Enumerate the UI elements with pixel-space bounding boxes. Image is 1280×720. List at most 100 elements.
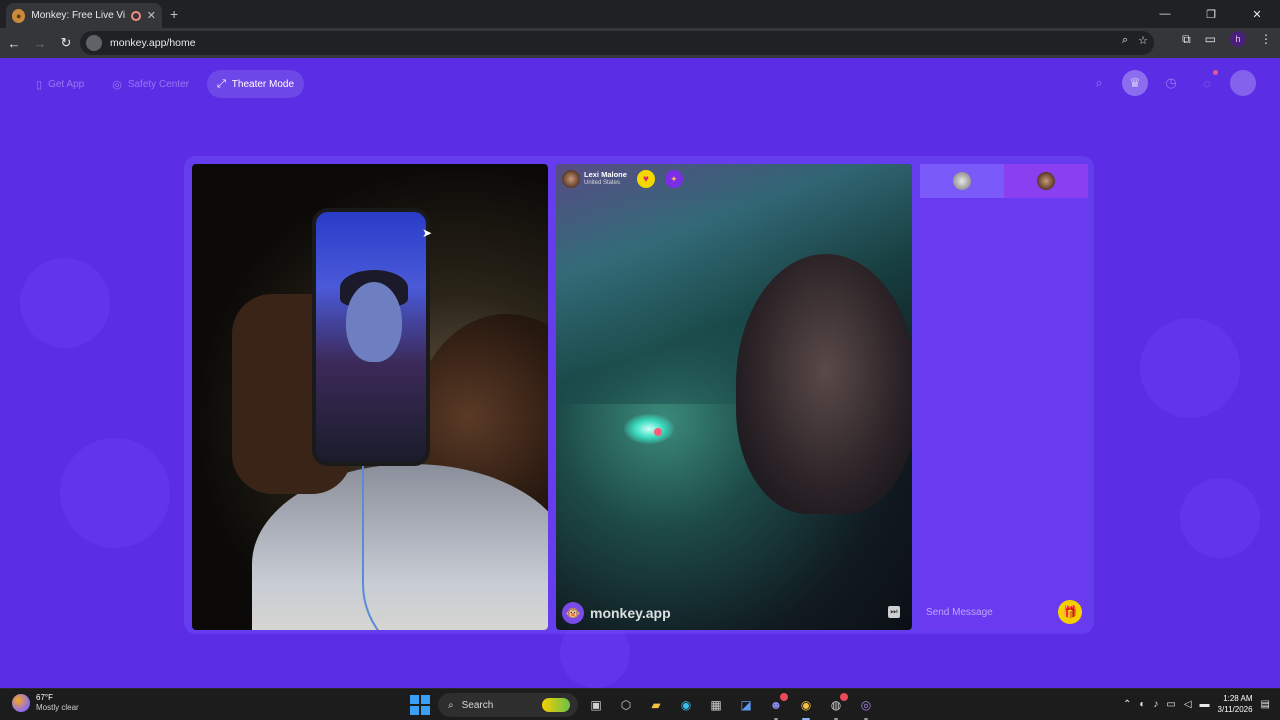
volume-icon[interactable]: ◁ [1184, 699, 1192, 710]
theater-mode-button[interactable]: ⤢ Theater Mode [206, 70, 305, 98]
phone-cable [362, 464, 522, 630]
browser-tabbar: ● Monkey: Free Live Video Ch ✕ + — ❐ ✕ [0, 0, 1280, 28]
task-view-icon[interactable]: ▣ [584, 693, 608, 717]
notifications-icon[interactable]: ▤ [1261, 699, 1270, 710]
tab-peer[interactable] [1004, 164, 1088, 198]
app-icon[interactable]: ◪ [734, 693, 758, 717]
safety-center-button[interactable]: ◎ Safety Center [102, 70, 199, 98]
search-highlight-icon [542, 698, 570, 712]
get-app-label: Get App [48, 78, 85, 90]
network-icon[interactable]: ▭ [1166, 699, 1175, 710]
zoom-icon[interactable]: ⌕ [1122, 34, 1128, 47]
peer-name: Lexi Malone [584, 170, 627, 179]
reload-button[interactable]: ↻ [54, 31, 78, 55]
edge-icon[interactable]: ◉ [674, 693, 698, 717]
taskbar-search[interactable]: ⌕ Search [438, 693, 578, 717]
peer-tab-avatar [1037, 172, 1055, 190]
bg-decoration [20, 258, 110, 348]
monkey-favicon-icon: ● [12, 8, 26, 23]
self-video: ➤ [192, 164, 548, 630]
bg-decoration [1140, 318, 1240, 418]
tab-title: Monkey: Free Live Video Ch [31, 10, 126, 21]
notification-badge [780, 693, 788, 701]
site-info-icon[interactable] [86, 35, 102, 51]
system-tray: ⌃ ◐ ♪ ▭ ◁ ▬ 1:28 AM 3/11/2026 ▤ [1123, 693, 1270, 715]
monkey-page: ▯ Get App ◎ Safety Center ⤢ Theater Mode… [0, 58, 1280, 688]
forward-button[interactable]: → [28, 31, 52, 55]
recording-icon [131, 10, 141, 21]
mouse-cursor-icon: ➤ [422, 226, 433, 240]
message-bar: 🎁 [920, 594, 1088, 630]
peer-person [736, 254, 912, 514]
report-icon[interactable]: ✦ [664, 170, 683, 188]
heart-icon[interactable]: ♥ [636, 170, 655, 188]
monkey-logo-icon: 🐵 [562, 602, 584, 624]
phone-icon: ▯ [36, 78, 43, 91]
chrome-icon[interactable]: ◉ [794, 693, 818, 720]
search-label: Search [461, 699, 494, 711]
skip-icon[interactable]: ⏭ [888, 606, 900, 618]
close-tab-icon[interactable]: ✕ [147, 9, 156, 22]
crown-icon[interactable]: ♛ [1122, 70, 1148, 96]
tray-app-icon[interactable]: ◐ [1139, 699, 1145, 710]
get-app-button[interactable]: ▯ Get App [26, 70, 94, 98]
extensions-icon[interactable]: ⧉ [1182, 32, 1191, 47]
weather-icon [12, 694, 30, 712]
microphone-icon[interactable]: ♪ [1153, 699, 1158, 710]
peer-info: Lexi Malone United States ♥ ✦ [562, 170, 683, 188]
held-phone [312, 208, 430, 466]
restore-icon[interactable]: ❐ [1188, 0, 1234, 28]
watermark-text: monkey.app [590, 605, 671, 621]
chat-bubble-icon[interactable]: ◌ [1194, 70, 1220, 96]
chat-panel: 🎁 [920, 164, 1088, 630]
peer-text: Lexi Malone United States [584, 171, 627, 187]
peer-avatar[interactable] [562, 170, 580, 188]
microsoft-store-icon[interactable]: ▦ [704, 693, 728, 717]
weather-widget[interactable]: 67°F Mostly clear [12, 693, 79, 713]
address-bar[interactable]: monkey.app/home ⌕ ☆ [80, 31, 1154, 55]
profile-avatar[interactable]: h [1230, 31, 1246, 47]
copilot-icon[interactable]: ⬡ [614, 693, 638, 717]
app-icon[interactable]: ◎ [854, 693, 878, 720]
peer-red-light [654, 428, 662, 436]
close-window-icon[interactable]: ✕ [1234, 0, 1280, 28]
search-icon[interactable]: ⌕ [1086, 70, 1112, 96]
start-button[interactable] [408, 693, 432, 717]
window-controls: — ❐ ✕ [1142, 0, 1280, 28]
chat-tabs [920, 164, 1088, 198]
shield-icon: ◎ [112, 78, 122, 91]
peer-light-glow [624, 414, 674, 444]
weather-description: Mostly clear [36, 703, 79, 712]
clock[interactable]: 1:28 AM 3/11/2026 [1218, 693, 1253, 715]
avatar[interactable] [1230, 70, 1256, 96]
search-icon: ⌕ [448, 699, 454, 711]
bg-decoration [1180, 478, 1260, 558]
battery-icon[interactable]: ▬ [1200, 699, 1210, 710]
weather-temperature: 67°F [36, 693, 53, 702]
safety-center-label: Safety Center [127, 78, 189, 90]
send-message-input[interactable] [926, 606, 1058, 618]
bg-decoration [60, 438, 170, 548]
chevron-up-icon[interactable]: ⌃ [1123, 699, 1131, 710]
new-tab-button[interactable]: + [170, 6, 178, 22]
gift-icon[interactable]: 🎁 [1058, 600, 1082, 624]
cast-icon[interactable]: ▭ [1205, 32, 1216, 46]
monkey-watermark: 🐵 monkey.app [562, 602, 671, 624]
top-nav: ▯ Get App ◎ Safety Center ⤢ Theater Mode [26, 70, 305, 98]
back-button[interactable]: ← [2, 31, 26, 55]
minimize-icon[interactable]: — [1142, 0, 1188, 28]
bookmark-star-icon[interactable]: ☆ [1138, 34, 1148, 47]
expand-icon: ⤢ [216, 77, 226, 90]
browser-tab[interactable]: ● Monkey: Free Live Video Ch ✕ [6, 3, 162, 28]
discord-icon[interactable]: ☻ [764, 693, 788, 720]
clock-date: 3/11/2026 [1217, 705, 1253, 714]
url-text: monkey.app/home [110, 37, 196, 49]
file-explorer-icon[interactable]: ▰ [644, 693, 668, 717]
app-icon[interactable]: ◍ [824, 693, 848, 720]
notification-dot [1213, 70, 1218, 75]
video-chat-stage: ➤ Lexi Malone United States ♥ ✦ 🐵 monkey… [184, 156, 1094, 634]
tab-self[interactable] [920, 164, 1004, 198]
peer-video: Lexi Malone United States ♥ ✦ 🐵 monkey.a… [556, 164, 912, 630]
history-icon[interactable]: ◷ [1158, 70, 1184, 96]
menu-icon[interactable]: ⋮ [1260, 32, 1272, 46]
